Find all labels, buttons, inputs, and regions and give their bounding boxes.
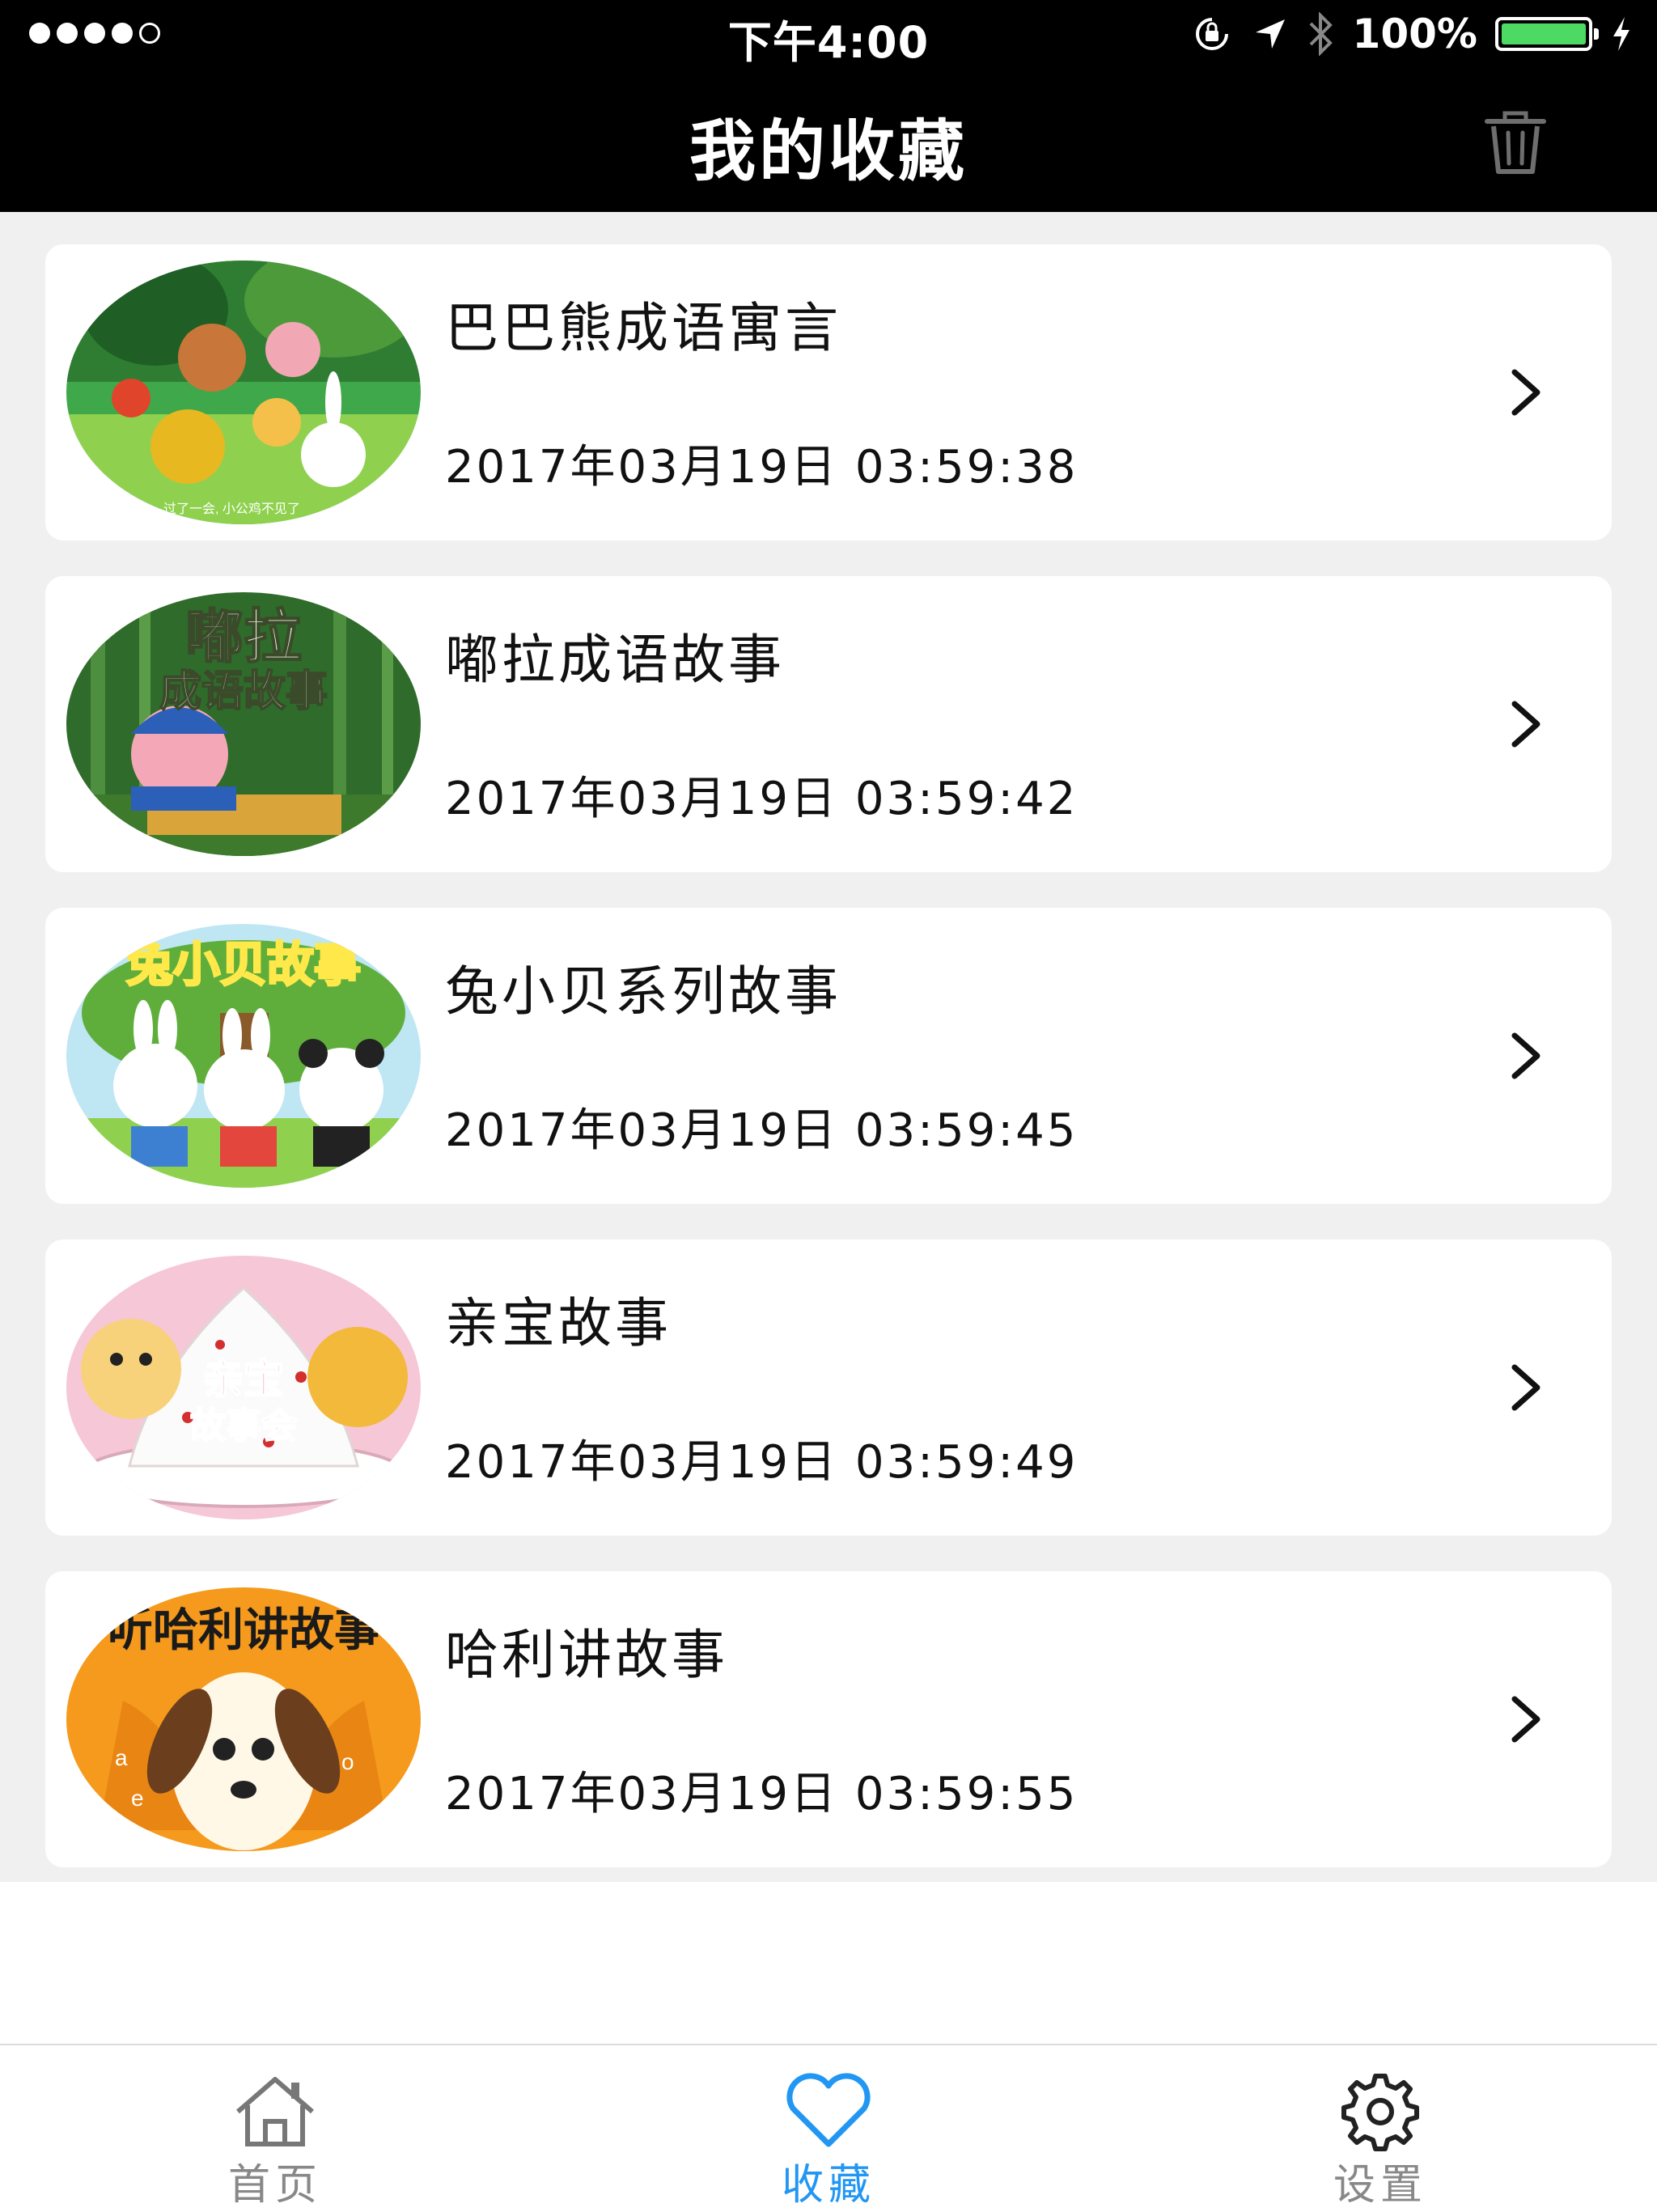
item-title: 巴巴熊成语寓言 <box>445 297 841 359</box>
svg-text:故事会: 故事会 <box>190 1405 297 1447</box>
tab-home[interactable]: 首页 <box>154 2045 396 2212</box>
home-icon <box>236 2077 314 2146</box>
navigation-bar: 我的收藏 <box>0 68 1657 212</box>
item-title: 哈利讲故事 <box>445 1624 728 1686</box>
thumbnail-image: 兔小贝故事 <box>66 924 421 1188</box>
item-title: 嘟拉成语故事 <box>445 629 785 691</box>
trash-icon[interactable] <box>1479 104 1552 176</box>
svg-text:e: e <box>131 1786 144 1811</box>
tab-label: 收藏 <box>781 2161 875 2210</box>
tab-bar: 首页 收藏 设置 <box>0 2044 1657 2212</box>
battery-percent: 100% <box>1352 11 1477 57</box>
rotation-lock-icon <box>1195 18 1228 50</box>
thumbnail-image: a o e 听哈利讲故事 <box>66 1587 421 1851</box>
heart-icon <box>786 2073 871 2147</box>
list-item[interactable]: 嘟拉 成语故事 嘟拉成语故事 2017年03月19日 03:59:42 <box>45 576 1612 872</box>
item-date: 2017年03月19日 03:59:55 <box>445 1768 1079 1820</box>
svg-text:亲宝: 亲宝 <box>203 1356 284 1403</box>
thumbnail-image: 亲宝 故事会 <box>66 1256 421 1519</box>
charging-bolt-icon <box>1613 17 1629 51</box>
item-date: 2017年03月19日 03:59:45 <box>445 1104 1079 1157</box>
item-date: 2017年03月19日 03:59:42 <box>445 773 1079 825</box>
page-title: 我的收藏 <box>689 113 968 190</box>
list-item[interactable]: 兔小贝故事 兔小贝系列故事 2017年03月19日 03:59:45 <box>45 908 1612 1204</box>
svg-text:a: a <box>115 1745 128 1770</box>
item-title: 兔小贝系列故事 <box>445 960 841 1023</box>
chevron-right-icon <box>1511 1696 1540 1743</box>
svg-text:o: o <box>341 1749 354 1774</box>
tab-label: 设置 <box>1333 2161 1427 2210</box>
tab-favorites[interactable]: 收藏 <box>707 2045 950 2212</box>
thumbnail-caption: 过了一会, 小公鸡不见了 <box>163 502 300 516</box>
svg-text:成语故事: 成语故事 <box>159 668 328 715</box>
status-bar: 下午4:00 100% <box>0 0 1657 68</box>
chevron-right-icon <box>1511 701 1540 748</box>
svg-text:嘟拉: 嘟拉 <box>185 605 302 670</box>
svg-text:兔小贝故事: 兔小贝故事 <box>126 937 361 992</box>
chevron-right-icon <box>1511 1364 1540 1411</box>
svg-text:听哈利讲故事: 听哈利讲故事 <box>108 1604 379 1657</box>
tab-settings[interactable]: 设置 <box>1259 2045 1502 2212</box>
list-item[interactable]: 过了一会, 小公鸡不见了 巴巴熊成语寓言 2017年03月19日 03:59:3… <box>45 244 1612 540</box>
item-date: 2017年03月19日 03:59:38 <box>445 441 1079 494</box>
gear-icon <box>1341 2074 1419 2151</box>
bluetooth-icon <box>1309 12 1333 56</box>
thumbnail-image: 过了一会, 小公鸡不见了 <box>66 261 421 524</box>
chevron-right-icon <box>1511 1032 1540 1079</box>
list-item[interactable]: a o e 听哈利讲故事 哈利讲故事 2017年03月19日 03:59:55 <box>45 1571 1612 1867</box>
item-date: 2017年03月19日 03:59:49 <box>445 1436 1079 1489</box>
location-arrow-icon <box>1255 19 1285 49</box>
thumbnail-image: 嘟拉 成语故事 <box>66 592 421 856</box>
tab-label: 首页 <box>227 2161 322 2210</box>
list-item[interactable]: 亲宝 故事会 亲宝故事 2017年03月19日 03:59:49 <box>45 1239 1612 1536</box>
item-title: 亲宝故事 <box>445 1292 672 1354</box>
battery-icon <box>1495 17 1599 51</box>
favorites-list: 过了一会, 小公鸡不见了 巴巴熊成语寓言 2017年03月19日 03:59:3… <box>0 212 1657 1882</box>
chevron-right-icon <box>1511 369 1540 416</box>
